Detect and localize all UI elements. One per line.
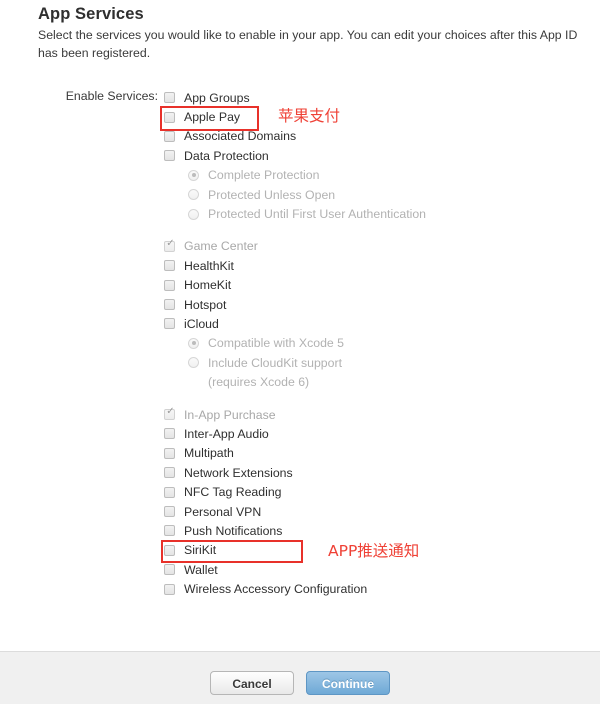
- checkbox-hotspot[interactable]: [164, 299, 175, 311]
- checkbox-wallet[interactable]: [164, 564, 175, 576]
- radio-row-protected-unless-open[interactable]: Protected Unless Open: [164, 185, 584, 204]
- checkbox-nfc-tag-reading[interactable]: [164, 486, 175, 498]
- service-row-personal-vpn[interactable]: Personal VPN: [164, 502, 584, 521]
- service-label: Data Protection: [184, 148, 269, 163]
- radio-include-cloudkit[interactable]: [188, 357, 199, 369]
- radio-label: Protected Until First User Authenticatio…: [208, 207, 427, 222]
- service-label: App Groups: [184, 90, 250, 105]
- service-label: HealthKit: [184, 258, 234, 273]
- service-label: Inter-App Audio: [184, 426, 269, 441]
- service-label: Apple Pay: [184, 110, 241, 125]
- checkbox-apple-pay[interactable]: [164, 111, 175, 123]
- radio-row-complete-protection[interactable]: Complete Protection: [164, 166, 584, 185]
- service-label: HomeKit: [184, 278, 232, 293]
- service-row-app-groups[interactable]: App Groups: [164, 88, 584, 107]
- checkbox-associated-domains[interactable]: [164, 130, 175, 142]
- service-row-push-notifications[interactable]: Push Notifications: [164, 521, 584, 540]
- checkbox-inter-app-audio[interactable]: [164, 428, 175, 440]
- enable-services-label: Enable Services:: [65, 89, 158, 103]
- radio-compatible-xcode5[interactable]: [188, 337, 199, 349]
- checkbox-sirikit[interactable]: [164, 544, 175, 556]
- service-row-icloud[interactable]: iCloud: [164, 314, 584, 333]
- service-label: Network Extensions: [184, 465, 293, 480]
- service-label: iCloud: [184, 316, 219, 331]
- radio-protected-until-first-auth[interactable]: [188, 208, 199, 220]
- footer-button-row: Cancel Continue: [0, 671, 600, 695]
- checkbox-in-app-purchase: [164, 406, 176, 421]
- checkbox-game-center: [164, 238, 176, 252]
- page-header: App Services Select the services you wou…: [38, 4, 583, 62]
- radio-label: Complete Protection: [208, 168, 320, 183]
- service-label: NFC Tag Reading: [184, 485, 282, 500]
- service-row-inter-app-audio[interactable]: Inter-App Audio: [164, 424, 584, 443]
- continue-button[interactable]: Continue: [306, 671, 390, 695]
- service-label: In-App Purchase: [184, 407, 276, 422]
- radio-row-include-cloudkit[interactable]: Include CloudKit support: [164, 353, 584, 372]
- service-label: SiriKit: [184, 543, 217, 558]
- annotation-apple-pay: 苹果支付: [278, 107, 341, 125]
- service-row-healthkit[interactable]: HealthKit: [164, 256, 584, 275]
- checkbox-data-protection[interactable]: [164, 150, 175, 162]
- annotation-push-notifications: APP推送通知: [328, 542, 420, 560]
- service-label: Personal VPN: [184, 504, 262, 519]
- checkbox-push-notifications[interactable]: [164, 525, 175, 537]
- radio-row-compatible-xcode5[interactable]: Compatible with Xcode 5: [164, 334, 584, 353]
- footer-bar: Cancel Continue: [0, 652, 600, 704]
- radio-protected-unless-open[interactable]: [188, 189, 199, 201]
- service-label: Multipath: [184, 446, 234, 461]
- checkbox-app-groups[interactable]: [164, 92, 175, 104]
- checkbox-icloud[interactable]: [164, 318, 175, 330]
- radio-label: Include CloudKit support: [208, 355, 342, 370]
- service-label: Push Notifications: [184, 523, 283, 538]
- service-row-in-app-purchase: In-App Purchase: [164, 405, 584, 424]
- service-row-network-extensions[interactable]: Network Extensions: [164, 463, 584, 482]
- radio-label: Protected Unless Open: [208, 187, 336, 202]
- radio-label: Compatible with Xcode 5: [208, 336, 345, 351]
- page-description: Select the services you would like to en…: [38, 28, 578, 60]
- service-row-apple-pay[interactable]: Apple Pay: [164, 107, 584, 126]
- service-row-hotspot[interactable]: Hotspot: [164, 295, 584, 314]
- page-title: App Services: [38, 5, 144, 23]
- service-label: Game Center: [184, 239, 258, 254]
- service-row-associated-domains[interactable]: Associated Domains: [164, 127, 584, 146]
- service-row-wallet[interactable]: Wallet: [164, 560, 584, 579]
- service-label: Wallet: [184, 562, 218, 577]
- service-row-homekit[interactable]: HomeKit: [164, 276, 584, 295]
- service-label: Associated Domains: [184, 129, 297, 144]
- checkbox-network-extensions[interactable]: [164, 467, 175, 479]
- checkbox-multipath[interactable]: [164, 447, 175, 459]
- service-row-multipath[interactable]: Multipath: [164, 444, 584, 463]
- service-row-nfc-tag-reading[interactable]: NFC Tag Reading: [164, 482, 584, 501]
- radio-row-protected-until-first-auth[interactable]: Protected Until First User Authenticatio…: [164, 204, 584, 223]
- radio-continuation-text: (requires Xcode 6): [208, 375, 310, 390]
- cancel-button[interactable]: Cancel: [210, 671, 294, 695]
- service-row-game-center: Game Center: [164, 237, 584, 256]
- checkbox-healthkit[interactable]: [164, 260, 175, 272]
- service-row-data-protection[interactable]: Data Protection: [164, 146, 584, 165]
- radio-complete-protection[interactable]: [188, 169, 199, 181]
- services-list: App Groups Apple Pay Associated Domains …: [164, 88, 584, 599]
- service-row-wireless-accessory-configuration[interactable]: Wireless Accessory Configuration: [164, 579, 584, 598]
- checkbox-wireless-accessory-configuration[interactable]: [164, 583, 175, 595]
- service-label: Hotspot: [184, 297, 227, 312]
- checkbox-personal-vpn[interactable]: [164, 506, 175, 517]
- service-label: Wireless Accessory Configuration: [184, 582, 368, 597]
- checkbox-homekit[interactable]: [164, 279, 175, 291]
